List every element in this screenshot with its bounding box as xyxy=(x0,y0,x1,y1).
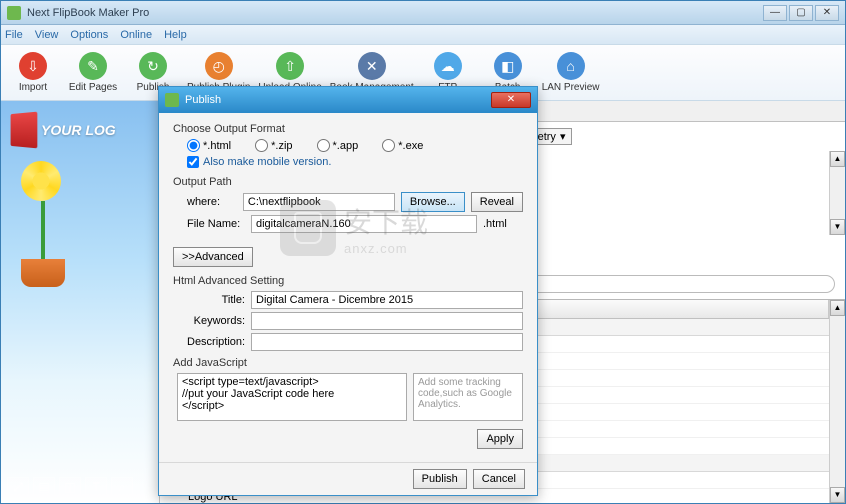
menu-online[interactable]: Online xyxy=(120,29,152,41)
publish-icon: ↻ xyxy=(139,52,167,80)
import-icon: ⇩ xyxy=(19,52,47,80)
window-title: Next FlipBook Maker Pro xyxy=(27,7,763,19)
menubar: File View Options Online Help xyxy=(1,25,845,45)
preview-pane: YOUR LOG ⤢▤◫T⌕ xyxy=(1,101,159,503)
dialog-footer: Publish Cancel xyxy=(159,462,537,495)
apply-button[interactable]: Apply xyxy=(477,429,523,449)
description-input[interactable] xyxy=(251,333,523,351)
dialog-titlebar: Publish ✕ xyxy=(159,87,537,113)
dialog-icon xyxy=(165,93,179,107)
dialog-close-button[interactable]: ✕ xyxy=(491,92,531,108)
chevron-down-icon: ▾ xyxy=(560,130,566,143)
toolbar-edit-pages[interactable]: ✎Edit Pages xyxy=(67,52,119,93)
ftp-icon: ☁ xyxy=(434,52,462,80)
js-textarea[interactable] xyxy=(177,373,407,421)
menu-view[interactable]: View xyxy=(35,29,59,41)
minimize-button[interactable]: — xyxy=(763,5,787,21)
scroll-down-icon[interactable]: ▼ xyxy=(830,219,845,235)
publish-dialog: Publish ✕ Choose Output Format *.html *.z… xyxy=(158,86,538,496)
batch-icon: ◧ xyxy=(494,52,522,80)
upload-online-icon: ⇧ xyxy=(276,52,304,80)
scroll-down-icon[interactable]: ▼ xyxy=(830,487,845,503)
add-js-label: Add JavaScript xyxy=(173,357,523,369)
preview-tool-2[interactable]: ◫ xyxy=(59,477,81,497)
output-path-label: Output Path xyxy=(173,176,523,188)
publish-button[interactable]: Publish xyxy=(413,469,467,489)
format-zip[interactable]: *.zip xyxy=(255,139,292,152)
format-options: *.html *.zip *.app *.exe xyxy=(187,139,523,152)
file-ext: .html xyxy=(483,218,523,230)
logo-text: YOUR LOG xyxy=(41,122,116,138)
thumb-scrollbar[interactable]: ▲ ▼ xyxy=(829,151,845,235)
description-label: Description: xyxy=(187,336,245,348)
book-icon xyxy=(11,112,38,149)
logo-area: YOUR LOG xyxy=(9,113,116,147)
reveal-button[interactable]: Reveal xyxy=(471,192,523,212)
grid-scrollbar[interactable]: ▲ ▼ xyxy=(829,300,845,503)
publish-plugin-icon: ◴ xyxy=(205,52,233,80)
format-exe[interactable]: *.exe xyxy=(382,139,423,152)
window-controls: — ▢ ✕ xyxy=(763,5,839,21)
title-input[interactable] xyxy=(251,291,523,309)
choose-format-label: Choose Output Format xyxy=(173,123,523,135)
menu-options[interactable]: Options xyxy=(70,29,108,41)
book-management-icon: ✕ xyxy=(358,52,386,80)
where-label: where: xyxy=(187,196,237,208)
toolbar-import[interactable]: ⇩Import xyxy=(7,52,59,93)
keywords-label: Keywords: xyxy=(187,315,245,327)
preview-tool-0[interactable]: ⤢ xyxy=(7,477,29,497)
filename-input[interactable] xyxy=(251,215,477,233)
title-label: Title: xyxy=(187,294,245,306)
edit-pages-icon: ✎ xyxy=(79,52,107,80)
browse-button[interactable]: Browse... xyxy=(401,192,465,212)
html-advanced-label: Html Advanced Setting xyxy=(173,275,523,287)
toolbar-lan-preview[interactable]: ⌂LAN Preview xyxy=(542,52,600,93)
advanced-button[interactable]: >>Advanced xyxy=(173,247,253,267)
mobile-version-checkbox[interactable]: Also make mobile version. xyxy=(187,156,523,168)
format-app[interactable]: *.app xyxy=(317,139,359,152)
menu-help[interactable]: Help xyxy=(164,29,187,41)
where-input[interactable] xyxy=(243,193,395,211)
format-html[interactable]: *.html xyxy=(187,139,231,152)
maximize-button[interactable]: ▢ xyxy=(789,5,813,21)
cancel-button[interactable]: Cancel xyxy=(473,469,525,489)
filename-label: File Name: xyxy=(187,218,245,230)
lan-preview-icon: ⌂ xyxy=(557,52,585,80)
menu-file[interactable]: File xyxy=(5,29,23,41)
dialog-body: Choose Output Format *.html *.zip *.app *.e… xyxy=(159,113,537,462)
preview-tool-1[interactable]: ▤ xyxy=(33,477,55,497)
keywords-input[interactable] xyxy=(251,312,523,330)
preview-tool-4[interactable]: ⌕ xyxy=(111,477,133,497)
scroll-up-icon[interactable]: ▲ xyxy=(830,151,845,167)
titlebar: Next FlipBook Maker Pro — ▢ ✕ xyxy=(1,1,845,25)
scroll-up-icon[interactable]: ▲ xyxy=(830,300,845,316)
js-placeholder: Add some tracking code,such as Google An… xyxy=(413,373,523,421)
close-button[interactable]: ✕ xyxy=(815,5,839,21)
preview-toolbar: ⤢▤◫T⌕ xyxy=(7,477,133,497)
flower-graphic xyxy=(21,161,65,287)
preview-tool-3[interactable]: T xyxy=(85,477,107,497)
dialog-title: Publish xyxy=(185,94,491,106)
app-icon xyxy=(7,6,21,20)
